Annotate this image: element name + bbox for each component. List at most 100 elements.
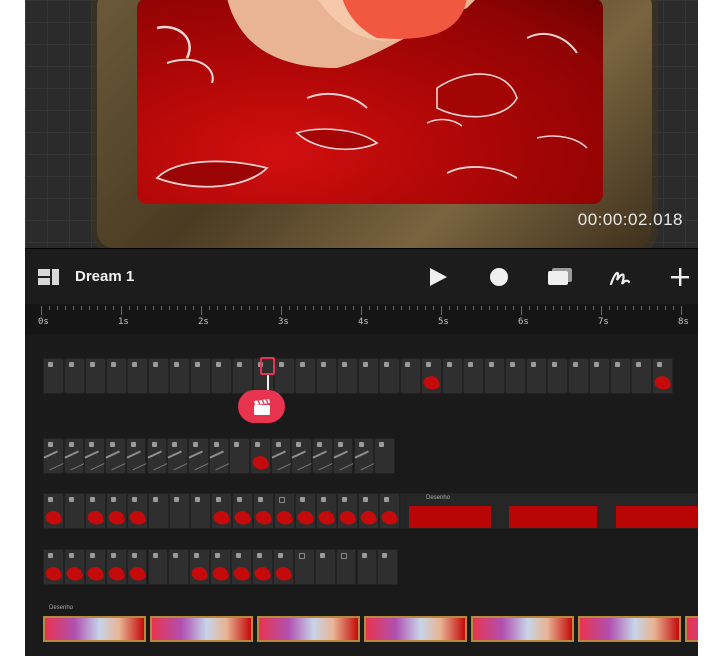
frame-checkbox[interactable] [69, 497, 74, 502]
frame-cell[interactable] [126, 549, 148, 585]
frame-cell[interactable] [168, 549, 190, 585]
frame-cell[interactable] [43, 493, 64, 529]
frame-checkbox[interactable] [300, 497, 305, 502]
frame-cell[interactable] [421, 358, 442, 394]
frame-cell[interactable] [252, 549, 273, 585]
frame-checkbox[interactable] [594, 362, 599, 367]
frame-cell[interactable] [547, 358, 568, 394]
frame-cell[interactable] [316, 493, 337, 529]
frame-checkbox[interactable] [48, 362, 53, 367]
frame-cell[interactable] [314, 549, 336, 585]
frame-checkbox[interactable] [90, 362, 95, 367]
play-button[interactable] [423, 263, 453, 291]
video-thumbnail[interactable] [685, 616, 698, 642]
frame-checkbox[interactable] [174, 362, 179, 367]
frame-cell[interactable] [631, 358, 652, 394]
frame-cell[interactable] [353, 438, 375, 474]
frame-cell[interactable] [105, 438, 126, 474]
frame-cell[interactable] [505, 358, 526, 394]
frame-checkbox[interactable] [489, 362, 494, 367]
frame-cell[interactable] [253, 493, 274, 529]
frame-checkbox[interactable] [195, 362, 200, 367]
frame-checkbox[interactable] [279, 362, 284, 367]
frame-checkbox[interactable] [111, 362, 116, 367]
frame-checkbox[interactable] [213, 442, 219, 447]
frame-checkbox[interactable] [111, 497, 116, 502]
frame-cell[interactable] [106, 493, 127, 529]
frame-checkbox[interactable] [321, 362, 326, 367]
frame-checkbox[interactable] [153, 362, 158, 367]
frame-checkbox[interactable] [426, 362, 431, 367]
frame-checkbox[interactable] [510, 362, 515, 367]
frames-track-3[interactable]: Desenho [43, 493, 698, 529]
brush-button[interactable] [605, 263, 635, 291]
frame-cell[interactable] [250, 438, 271, 474]
document-title[interactable]: Dream 1 [75, 268, 134, 285]
video-thumbnail[interactable] [150, 616, 253, 642]
frame-cell[interactable] [148, 493, 169, 529]
frame-cell[interactable] [232, 493, 253, 529]
frame-checkbox[interactable] [468, 362, 473, 367]
frame-cell[interactable] [377, 549, 399, 585]
video-thumbnail[interactable] [364, 616, 467, 642]
frame-checkbox[interactable] [255, 442, 260, 447]
frame-checkbox[interactable] [337, 442, 343, 447]
frame-cell[interactable] [274, 358, 295, 394]
frame-checkbox[interactable] [405, 362, 410, 367]
frame-checkbox[interactable] [110, 553, 116, 558]
frame-cell[interactable] [379, 493, 400, 529]
frame-checkbox[interactable] [277, 553, 283, 558]
frame-cell[interactable] [229, 438, 250, 474]
frame-checkbox[interactable] [153, 497, 158, 502]
video-thumbnail[interactable] [257, 616, 360, 642]
video-thumbnail[interactable] [43, 616, 146, 642]
frame-cell[interactable] [356, 549, 378, 585]
frame-checkbox[interactable] [110, 442, 116, 447]
frame-checkbox[interactable] [68, 553, 74, 558]
frame-checkbox[interactable] [552, 362, 557, 367]
frame-checkbox[interactable] [361, 553, 367, 558]
frame-checkbox[interactable] [195, 497, 200, 502]
frame-checkbox[interactable] [174, 497, 179, 502]
frame-cell[interactable] [169, 493, 190, 529]
frame-cell[interactable] [274, 493, 295, 529]
frame-checkbox[interactable] [342, 362, 347, 367]
frame-checkbox[interactable] [236, 553, 242, 558]
frame-checkbox[interactable] [321, 497, 326, 502]
frame-cell[interactable] [43, 358, 64, 394]
frame-cell[interactable] [211, 493, 232, 529]
frame-checkbox[interactable] [215, 553, 221, 558]
frame-cell[interactable] [484, 358, 505, 394]
frame-checkbox[interactable] [363, 497, 368, 502]
frame-checkbox[interactable] [68, 442, 74, 447]
add-button[interactable] [665, 263, 695, 291]
frame-cell[interactable] [64, 493, 85, 529]
frame-checkbox[interactable] [615, 362, 620, 367]
frame-checkbox[interactable] [379, 442, 385, 447]
frames-track-1[interactable] [43, 358, 673, 394]
frame-cell[interactable] [85, 358, 106, 394]
frame-cell[interactable] [316, 358, 337, 394]
frame-checkbox[interactable] [275, 442, 281, 447]
frame-checkbox[interactable] [192, 442, 198, 447]
frame-checkbox[interactable] [358, 442, 364, 447]
frame-checkbox[interactable] [89, 553, 95, 558]
frame-checkbox[interactable] [132, 497, 137, 502]
frame-cell[interactable] [190, 358, 211, 394]
frame-cell[interactable] [147, 549, 169, 585]
frame-cell[interactable] [64, 358, 85, 394]
frame-checkbox[interactable] [151, 442, 157, 447]
layout-toggle-button[interactable] [38, 269, 59, 285]
frame-cell[interactable] [63, 549, 85, 585]
frame-checkbox[interactable] [300, 362, 305, 367]
frame-checkbox[interactable] [89, 442, 95, 447]
frame-checkbox[interactable] [363, 362, 368, 367]
video-thumbnail[interactable] [578, 616, 681, 642]
frame-cell[interactable] [335, 549, 357, 585]
frame-checkbox[interactable] [298, 553, 305, 559]
frame-cell[interactable] [400, 358, 421, 394]
frame-cell[interactable] [295, 493, 316, 529]
frame-cell[interactable] [463, 358, 484, 394]
frame-cell[interactable] [232, 358, 253, 394]
frame-checkbox[interactable] [69, 362, 74, 367]
